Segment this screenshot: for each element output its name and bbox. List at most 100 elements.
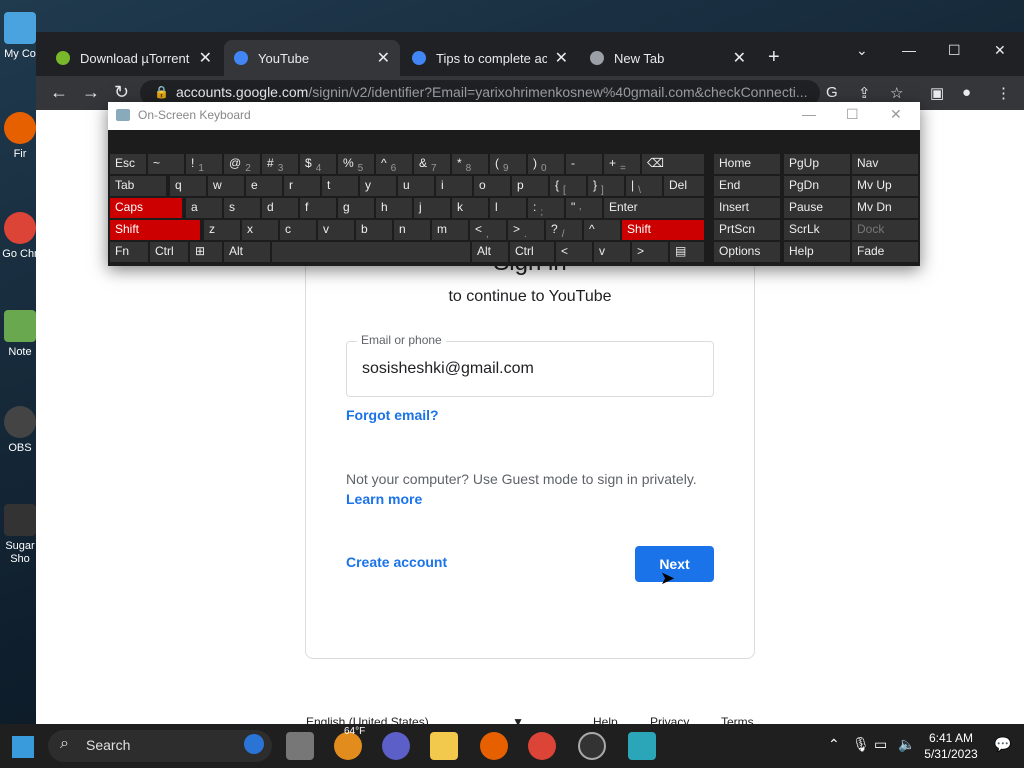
osk-key[interactable]: p bbox=[512, 176, 548, 196]
profile-icon[interactable]: ● bbox=[962, 84, 971, 101]
osk-key[interactable]: #3 bbox=[262, 154, 298, 174]
share-icon[interactable]: ⇪ bbox=[858, 84, 871, 102]
osk-nav-key[interactable]: PgDn bbox=[784, 176, 850, 196]
osk-key[interactable]: v bbox=[594, 242, 630, 262]
osk-key[interactable]: r bbox=[284, 176, 320, 196]
osk-nav-key[interactable]: Insert bbox=[714, 198, 780, 218]
osk-key[interactable]: $4 bbox=[300, 154, 336, 174]
osk-key[interactable]: Enter bbox=[604, 198, 704, 218]
osk-nav-key[interactable]: Pause bbox=[784, 198, 850, 218]
osk-key[interactable]: {[ bbox=[550, 176, 586, 196]
osk-key[interactable]: > bbox=[632, 242, 668, 262]
osk-key[interactable]: a bbox=[186, 198, 222, 218]
osk-key[interactable]: b bbox=[356, 220, 392, 240]
osk-key[interactable]: z bbox=[204, 220, 240, 240]
new-tab-plus-icon[interactable]: + bbox=[768, 46, 780, 69]
task-view-icon[interactable] bbox=[286, 732, 314, 760]
close-tab-icon[interactable]: ✕ bbox=[555, 48, 568, 68]
windows-start-icon[interactable] bbox=[12, 736, 34, 758]
desktop-icon-obs[interactable]: OBS bbox=[0, 406, 40, 455]
osk-key[interactable]: Fn bbox=[110, 242, 148, 262]
osk-key[interactable]: ▤ bbox=[670, 242, 704, 262]
osk-key[interactable]: ⊞ bbox=[190, 242, 222, 262]
osk-key[interactable]: " ' bbox=[566, 198, 602, 218]
clock[interactable]: 6:41 AM 5/31/2023 bbox=[920, 730, 982, 762]
osk-key[interactable]: ? / bbox=[546, 220, 582, 240]
email-field-value[interactable]: sosisheshki@gmail.com bbox=[362, 360, 534, 378]
osk-key[interactable]: ) 0 bbox=[528, 154, 564, 174]
osk-key[interactable] bbox=[272, 242, 470, 262]
osk-key[interactable]: (9 bbox=[490, 154, 526, 174]
teams-icon[interactable] bbox=[382, 732, 410, 760]
notifications-icon[interactable]: 💬 bbox=[994, 736, 1011, 753]
bookmark-star-icon[interactable]: ☆ bbox=[890, 84, 903, 102]
show-hidden-icons-chevron-icon[interactable]: ⌃ bbox=[828, 736, 840, 753]
email-field[interactable]: Email or phone sosisheshki@gmail.com bbox=[346, 333, 714, 397]
keyboard-taskbar-icon[interactable] bbox=[628, 732, 656, 760]
desktop-icon-notepad[interactable]: Note bbox=[0, 310, 40, 359]
osk-key[interactable]: Ctrl bbox=[150, 242, 188, 262]
file-explorer-icon[interactable] bbox=[430, 732, 458, 760]
osk-nav-key[interactable]: Mv Up bbox=[852, 176, 918, 196]
minimize-icon[interactable]: — bbox=[902, 42, 916, 58]
microphone-icon[interactable]: 🎙 bbox=[852, 736, 870, 753]
osk-key[interactable]: % 5 bbox=[338, 154, 374, 174]
osk-key[interactable]: u bbox=[398, 176, 434, 196]
chrome-taskbar-icon[interactable] bbox=[528, 732, 556, 760]
tab-new-tab[interactable]: New Tab ✕ bbox=[580, 40, 756, 76]
osk-key[interactable]: - bbox=[566, 154, 602, 174]
osk-key[interactable]: t bbox=[322, 176, 358, 196]
osk-key[interactable]: ⌫ bbox=[642, 154, 704, 174]
osk-nav-key[interactable]: ScrLk bbox=[784, 220, 850, 240]
osk-nav-key[interactable]: Dock bbox=[852, 220, 918, 240]
network-icon[interactable]: ▭ bbox=[874, 736, 887, 753]
menu-kebab-icon[interactable]: ⋮ bbox=[996, 84, 1011, 102]
tab-tips[interactable]: Tips to complete acc ✕ bbox=[402, 40, 578, 76]
side-panel-icon[interactable]: ▣ bbox=[930, 84, 944, 102]
osk-key[interactable]: q bbox=[170, 176, 206, 196]
osk-minimize-icon[interactable]: — bbox=[802, 106, 816, 122]
osk-key[interactable]: i bbox=[436, 176, 472, 196]
osk-key[interactable]: >. bbox=[508, 220, 544, 240]
create-account-link[interactable]: Create account bbox=[346, 554, 447, 570]
osk-close-icon[interactable]: ✕ bbox=[890, 106, 902, 123]
osk-nav-key[interactable]: Options bbox=[714, 242, 780, 262]
osk-key[interactable]: m bbox=[432, 220, 468, 240]
osk-nav-key[interactable]: Fade bbox=[852, 242, 918, 262]
osk-key[interactable]: + = bbox=[604, 154, 640, 174]
osk-key[interactable]: d bbox=[262, 198, 298, 218]
osk-key[interactable]: Alt bbox=[472, 242, 508, 262]
volume-icon[interactable]: 🔈 bbox=[898, 736, 915, 753]
osk-key[interactable]: Shift bbox=[110, 220, 200, 240]
tab-utorrent[interactable]: Download µTorrent ( ✕ bbox=[46, 40, 222, 76]
close-tab-icon[interactable]: ✕ bbox=[199, 48, 212, 68]
osk-key[interactable]: e bbox=[246, 176, 282, 196]
osk-nav-key[interactable]: Mv Dn bbox=[852, 198, 918, 218]
osk-key[interactable]: ^ 6 bbox=[376, 154, 412, 174]
forward-arrow-icon[interactable]: → bbox=[82, 82, 100, 103]
osk-key[interactable]: l bbox=[490, 198, 526, 218]
lock-icon[interactable]: 🔒 bbox=[154, 85, 169, 99]
osk-key[interactable]: x bbox=[242, 220, 278, 240]
osk-nav-key[interactable]: PrtScn bbox=[714, 220, 780, 240]
osk-key[interactable]: ~ bbox=[148, 154, 184, 174]
close-tab-icon[interactable]: ✕ bbox=[377, 48, 390, 68]
osk-key[interactable]: <, bbox=[470, 220, 506, 240]
osk-key[interactable]: g bbox=[338, 198, 374, 218]
osk-key[interactable]: w bbox=[208, 176, 244, 196]
firefox-taskbar-icon[interactable] bbox=[480, 732, 508, 760]
obs-taskbar-icon[interactable] bbox=[578, 732, 606, 760]
close-window-icon[interactable]: ✕ bbox=[994, 42, 1006, 59]
osk-key[interactable]: c bbox=[280, 220, 316, 240]
osk-key[interactable]: k bbox=[452, 198, 488, 218]
osk-nav-key[interactable]: PgUp bbox=[784, 154, 850, 174]
osk-key[interactable]: Esc bbox=[110, 154, 146, 174]
desktop-icon-firefox[interactable]: Fir bbox=[0, 112, 40, 161]
taskbar-search[interactable]: ⌕ Search bbox=[48, 730, 272, 762]
osk-key[interactable]: :; bbox=[528, 198, 564, 218]
osk-key[interactable]: < bbox=[556, 242, 592, 262]
osk-key[interactable]: * 8 bbox=[452, 154, 488, 174]
osk-maximize-icon[interactable]: ☐ bbox=[846, 106, 859, 123]
osk-key[interactable]: f bbox=[300, 198, 336, 218]
osk-key[interactable]: o bbox=[474, 176, 510, 196]
